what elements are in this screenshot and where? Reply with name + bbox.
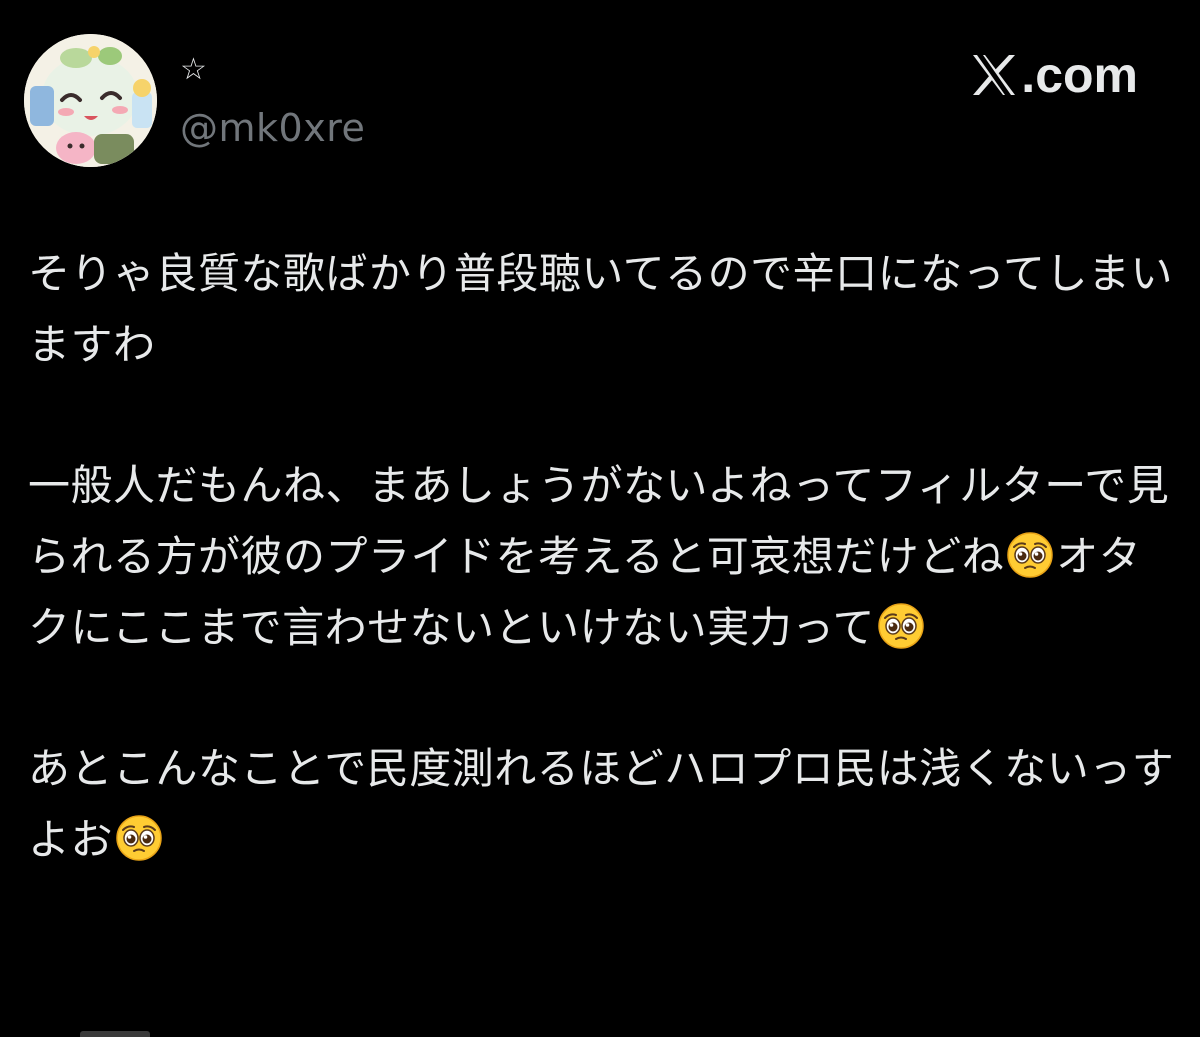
author-handle[interactable]: @mk0xre [180,104,365,152]
anime-character-avatar-icon [24,34,157,167]
next-element-edge [80,1031,150,1037]
post-text: 一般人だもんね、まあしょうがないよねってフィルターで見られる方が彼のプライドを考… [28,461,1170,581]
x-brand: .com [971,44,1138,106]
post-text: そりゃ良質な歌ばかり普段聴いてるので辛口になってしまいますわ [28,249,1173,369]
brand-label: .com [1021,47,1138,103]
author-display-name[interactable]: ☆ [180,52,207,88]
post-paragraph: そりゃ良質な歌ばかり普段聴いてるので辛口になってしまいますわ [28,238,1178,380]
avatar[interactable] [24,34,157,167]
post-paragraph: あとこんなことで民度測れるほどハロプロ民は浅くないっすよお [28,733,1178,875]
post-card: ☆ @mk0xre .com そりゃ良質な歌ばかり普段聴いてるので辛口になってし… [0,0,1200,1037]
x-logo-icon [971,53,1017,97]
pleading-face-emoji-icon [877,602,925,650]
post-body: そりゃ良質な歌ばかり普段聴いてるので辛口になってしまいますわ 一般人だもんね、ま… [28,238,1178,875]
pleading-face-emoji-icon [1006,531,1054,579]
pleading-face-emoji-icon [115,814,163,862]
post-paragraph: 一般人だもんね、まあしょうがないよねってフィルターで見られる方が彼のプライドを考… [28,450,1178,663]
post-text: あとこんなことで民度測れるほどハロプロ民は浅くないっすよお [28,744,1175,864]
